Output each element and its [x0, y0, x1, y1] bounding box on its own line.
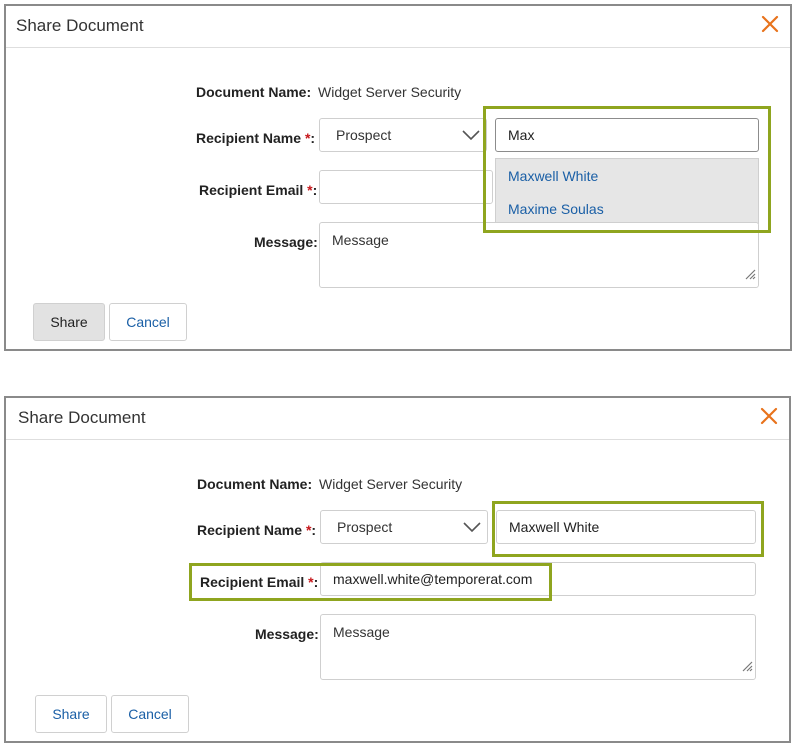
- message-label: Message:: [255, 626, 319, 642]
- label-colon: :: [312, 182, 318, 198]
- recipient-email-label: Recipient Email *:: [200, 574, 318, 590]
- share-button[interactable]: Share: [33, 303, 105, 341]
- chevron-down-icon: [462, 128, 480, 147]
- dialog-title: Share Document: [16, 16, 144, 35]
- suggestion-maxime-soulas[interactable]: Maxime Soulas: [508, 201, 604, 217]
- recipient-email-label-text: Recipient Email: [199, 182, 304, 198]
- recipient-email-label: Recipient Email *:: [199, 182, 317, 198]
- recipient-type-select[interactable]: Prospect: [319, 118, 487, 152]
- document-name-label: Document Name:: [197, 476, 313, 492]
- recipient-suggestions-dropdown: Maxwell White Maxime Soulas: [495, 158, 759, 224]
- recipient-type-select[interactable]: Prospect: [320, 510, 488, 544]
- dialog-header: Share Document: [6, 398, 789, 440]
- message-placeholder: Message: [332, 232, 389, 248]
- resize-grip-icon[interactable]: [741, 659, 753, 677]
- recipient-name-input[interactable]: [496, 510, 756, 544]
- cancel-button[interactable]: Cancel: [111, 695, 189, 733]
- document-name-value: Widget Server Security: [318, 84, 462, 100]
- recipient-name-input[interactable]: [495, 118, 759, 152]
- message-label: Message:: [254, 234, 318, 250]
- resize-grip-icon[interactable]: [744, 267, 756, 285]
- document-name-value: Widget Server Security: [319, 476, 463, 492]
- recipient-email-label-text: Recipient Email: [200, 574, 305, 590]
- recipient-email-input[interactable]: [320, 562, 756, 596]
- share-dialog-step-1: Share Document Document Name: Widget Ser…: [4, 4, 792, 351]
- close-icon[interactable]: [759, 406, 779, 426]
- label-colon: :: [313, 574, 319, 590]
- recipient-type-value: Prospect: [337, 519, 393, 535]
- recipient-name-label: Recipient Name *:: [196, 130, 315, 146]
- message-textarea[interactable]: Message: [320, 614, 756, 680]
- recipient-email-input[interactable]: [319, 170, 493, 204]
- cancel-button[interactable]: Cancel: [109, 303, 187, 341]
- chevron-down-icon: [463, 520, 481, 539]
- share-button[interactable]: Share: [35, 695, 107, 733]
- message-placeholder: Message: [333, 624, 390, 640]
- label-colon: :: [311, 522, 317, 538]
- recipient-name-label-text: Recipient Name: [196, 130, 302, 146]
- suggestion-maxwell-white[interactable]: Maxwell White: [508, 168, 598, 184]
- recipient-name-label: Recipient Name *:: [197, 522, 316, 538]
- document-name-label: Document Name:: [196, 84, 312, 100]
- label-colon: :: [310, 130, 316, 146]
- close-icon[interactable]: [760, 14, 780, 34]
- recipient-type-value: Prospect: [336, 127, 392, 143]
- message-textarea[interactable]: Message: [319, 222, 759, 288]
- dialog-title: Share Document: [18, 408, 146, 427]
- dialog-header: Share Document: [6, 6, 790, 48]
- recipient-name-label-text: Recipient Name: [197, 522, 303, 538]
- share-dialog-step-2: Share Document Document Name: Widget Ser…: [4, 396, 791, 743]
